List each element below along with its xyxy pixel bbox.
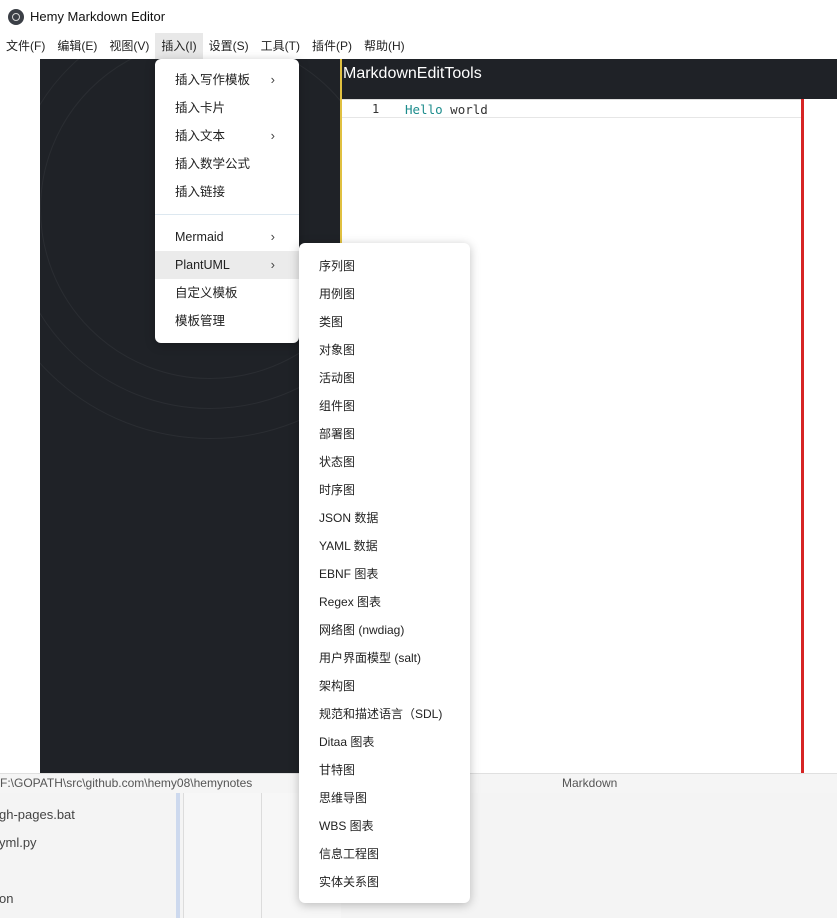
plantuml-item-label: 实体关系图	[319, 875, 380, 889]
menu-view[interactable]: 视图(V)	[103, 33, 155, 59]
plantuml-item-label: 活动图	[319, 371, 356, 385]
plantuml-item[interactable]: EBNF 图表	[299, 560, 470, 588]
plantuml-item[interactable]: 用户界面模型 (salt)	[299, 644, 470, 672]
menu-item-mermaid[interactable]: Mermaid ›	[155, 223, 299, 251]
plantuml-item[interactable]: 网络图 (nwdiag)	[299, 616, 470, 644]
editor-line[interactable]: 1 Hello world	[342, 100, 801, 118]
plantuml-item-label: YAML 数据	[319, 539, 378, 553]
plantuml-item[interactable]: 甘特图	[299, 756, 470, 784]
chevron-right-icon: ›	[270, 128, 275, 143]
plantuml-item[interactable]: 架构图	[299, 672, 470, 700]
line-number: 1	[372, 102, 380, 116]
plantuml-item[interactable]: 部署图	[299, 420, 470, 448]
menu-item-template-manager[interactable]: 模板管理	[155, 307, 299, 335]
plantuml-item-label: 规范和描述语言（SDL)	[319, 707, 443, 721]
menu-item-custom-template[interactable]: 自定义模板	[155, 279, 299, 307]
plantuml-item[interactable]: 用例图	[299, 280, 470, 308]
plantuml-item[interactable]: 规范和描述语言（SDL)	[299, 700, 470, 728]
plantuml-item[interactable]: 时序图	[299, 476, 470, 504]
app-logo-icon	[8, 9, 24, 25]
plantuml-item-label: 状态图	[319, 455, 356, 469]
plantuml-item[interactable]: Ditaa 图表	[299, 728, 470, 756]
plantuml-item[interactable]: 组件图	[299, 392, 470, 420]
menu-item-writing-template[interactable]: 插入写作模板 ›	[155, 66, 299, 94]
plantuml-item-label: 组件图	[319, 399, 356, 413]
plantuml-item-label: 思维导图	[319, 791, 368, 805]
menu-file[interactable]: 文件(F)	[0, 33, 51, 59]
plantuml-item-label: EBNF 图表	[319, 567, 379, 581]
plantuml-item[interactable]: YAML 数据	[299, 532, 470, 560]
plantuml-item[interactable]: 实体关系图	[299, 868, 470, 896]
plantuml-item-label: 信息工程图	[319, 847, 380, 861]
editor-toolbar: MarkdownEditTools	[341, 59, 837, 99]
status-mode: Markdown	[562, 776, 618, 790]
background-file-item[interactable]: gh-pages.bat	[0, 807, 75, 822]
file-tree-pane	[0, 59, 40, 773]
menu-insert[interactable]: 插入(I)	[155, 33, 203, 59]
plantuml-item-label: Regex 图表	[319, 595, 382, 609]
plantuml-item-label: JSON 数据	[319, 511, 379, 525]
plantuml-item[interactable]: 对象图	[299, 336, 470, 364]
plantuml-item-label: 部署图	[319, 427, 356, 441]
chevron-right-icon: ›	[270, 229, 275, 244]
code-text[interactable]: Hello world	[405, 102, 488, 117]
plantuml-item[interactable]: JSON 数据	[299, 504, 470, 532]
plantuml-item[interactable]: 类图	[299, 308, 470, 336]
plantuml-item-label: 网络图 (nwdiag)	[319, 623, 405, 637]
plantuml-item[interactable]: WBS 图表	[299, 812, 470, 840]
editor-toolbar-title: MarkdownEditTools	[343, 65, 482, 82]
plantuml-item-label: 甘特图	[319, 763, 356, 777]
background-file-item[interactable]: on	[0, 891, 13, 906]
background-file-item[interactable]: yml.py	[0, 835, 37, 850]
menu-plugins[interactable]: 插件(P)	[306, 33, 358, 59]
menu-settings[interactable]: 设置(S)	[203, 33, 255, 59]
menu-item-link[interactable]: 插入链接	[155, 178, 299, 206]
plantuml-item-label: 对象图	[319, 343, 356, 357]
plantuml-item[interactable]: 活动图	[299, 364, 470, 392]
chevron-right-icon: ›	[270, 72, 275, 87]
plantuml-item-label: 用例图	[319, 287, 356, 301]
plantuml-item[interactable]: 状态图	[299, 448, 470, 476]
menu-item-math[interactable]: 插入数学公式	[155, 150, 299, 178]
code-keyword: Hello	[405, 102, 443, 117]
background-column	[183, 793, 261, 918]
plantuml-item[interactable]: 思维导图	[299, 784, 470, 812]
code-plain: world	[442, 102, 488, 117]
plantuml-item-label: 用户界面模型 (salt)	[319, 651, 422, 665]
menu-item-card[interactable]: 插入卡片	[155, 94, 299, 122]
background-splitter	[176, 793, 180, 918]
plantuml-item-label: WBS 图表	[319, 819, 374, 833]
plantuml-item-label: 架构图	[319, 679, 356, 693]
title-bar: Hemy Markdown Editor	[0, 0, 837, 33]
menu-item-plantuml[interactable]: PlantUML ›	[155, 251, 299, 279]
chevron-right-icon: ›	[270, 257, 275, 272]
editor-right-gutter	[804, 99, 837, 773]
plantuml-item[interactable]: 序列图	[299, 252, 470, 280]
plantuml-submenu: 序列图用例图类图对象图活动图组件图部署图状态图时序图 JSON 数据 YAML 数据…	[299, 243, 470, 903]
menu-bar: 文件(F) 编辑(E) 视图(V) 插入(I) 设置(S) 工具(T) 插件(P…	[0, 33, 837, 59]
menu-help[interactable]: 帮助(H)	[358, 33, 411, 59]
plantuml-item-label: 序列图	[319, 259, 356, 273]
menu-item-text[interactable]: 插入文本 ›	[155, 122, 299, 150]
status-file-path: F:\GOPATH\src\github.com\hemy08\hemynote…	[0, 776, 253, 790]
plantuml-item-label: 类图	[319, 315, 344, 329]
insert-menu: 插入写作模板 › 插入卡片 插入文本 › 插入数学公式 插入链接 Mermaid…	[155, 59, 299, 343]
plantuml-item-label: Ditaa 图表	[319, 735, 375, 749]
menu-separator	[155, 214, 299, 215]
plantuml-item[interactable]: Regex 图表	[299, 588, 470, 616]
window-title: Hemy Markdown Editor	[30, 9, 166, 24]
plantuml-item-label: 时序图	[319, 483, 356, 497]
plantuml-item[interactable]: 信息工程图	[299, 840, 470, 868]
menu-tools[interactable]: 工具(T)	[255, 33, 306, 59]
menu-edit[interactable]: 编辑(E)	[51, 33, 103, 59]
